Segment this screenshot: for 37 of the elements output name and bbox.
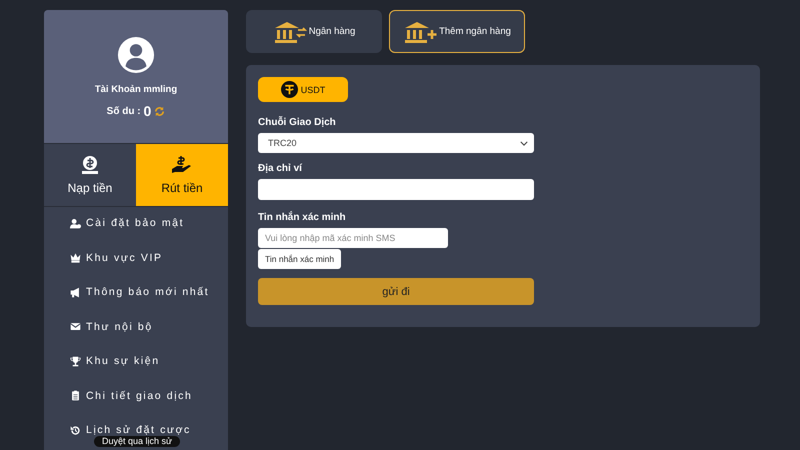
account-name: Tài Khoản mmling xyxy=(94,84,178,95)
hand-dollar-icon xyxy=(171,155,193,175)
bank-transfer-icon xyxy=(272,20,307,44)
tooltip: Duyệt qua lịch sử xyxy=(94,436,180,447)
field-label: Chuỗi Giao Dịch xyxy=(258,117,336,128)
chevron-down-icon xyxy=(520,140,528,146)
menu-item[interactable]: Thông báo mới nhất xyxy=(70,285,210,299)
bank-tab[interactable]: Ngân hàng xyxy=(246,10,382,53)
send-code-button[interactable]: Tin nhắn xác minh xyxy=(258,249,342,269)
bank-tab[interactable]: Thêm ngân hàng xyxy=(389,10,525,53)
crown-icon xyxy=(70,252,81,263)
money-bag-icon xyxy=(80,155,100,175)
tether-icon xyxy=(280,81,298,98)
bank-add-icon xyxy=(403,20,438,44)
user-avatar-icon xyxy=(117,36,155,74)
action-tab[interactable]: Rút tiền xyxy=(136,144,228,206)
menu-item[interactable]: Thư nội bộ xyxy=(70,320,153,334)
menu-item[interactable]: Cài đặt bảo mật xyxy=(70,216,184,230)
menu-item[interactable]: Lịch sử đặt cược xyxy=(70,423,191,437)
field-label: Địa chỉ ví xyxy=(258,163,302,174)
chain-select[interactable]: TRC20 xyxy=(258,133,534,153)
field-label: Tin nhắn xác minh xyxy=(258,212,346,223)
submit-button[interactable]: gửi đi xyxy=(258,278,534,305)
megaphone-icon xyxy=(70,286,81,298)
balance-value: 0 xyxy=(144,103,152,119)
refresh-icon[interactable] xyxy=(154,106,166,116)
currency-button[interactable]: USDT xyxy=(258,77,348,102)
trophy-icon xyxy=(70,356,81,366)
envelope-icon xyxy=(70,321,81,332)
menu-item[interactable]: Khu vực VIP xyxy=(70,250,163,264)
address-field[interactable] xyxy=(258,179,534,200)
clipboard-icon xyxy=(70,390,81,401)
balance-label: Số du : xyxy=(106,106,141,116)
menu-item[interactable]: Khu sự kiện xyxy=(70,354,160,368)
history-icon xyxy=(70,424,81,436)
menu-item[interactable]: Chi tiết giao dịch xyxy=(70,388,192,402)
sms-code-field[interactable]: Vui lòng nhập mã xác minh SMS xyxy=(258,228,448,248)
